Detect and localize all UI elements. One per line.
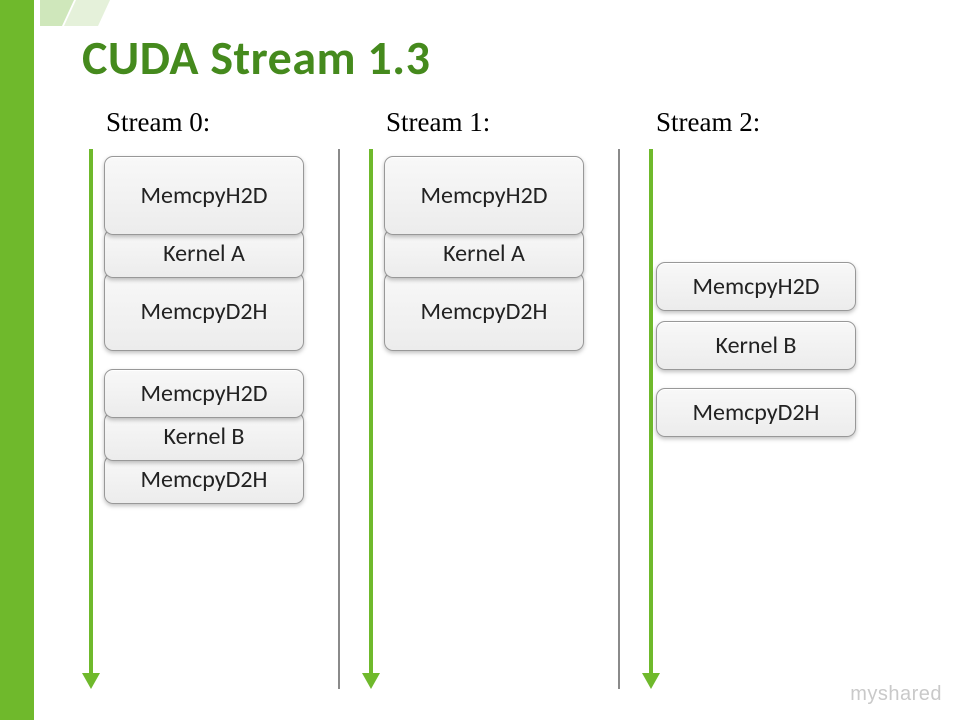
op-box: MemcpyH2D [656, 262, 856, 311]
op-box: MemcpyD2H [656, 388, 856, 437]
stream-label: Stream 2: [656, 107, 882, 138]
slide-content: CUDA Stream 1.3 Stream 0: MemcpyH2D Kern… [70, 28, 940, 710]
op-box: Kernel A [384, 229, 584, 278]
op-box: Kernel B [656, 321, 856, 370]
op-box: MemcpyH2D [104, 156, 304, 235]
stream-column-0: Stream 0: MemcpyH2D Kernel A MemcpyD2H M… [92, 107, 322, 504]
column-divider-1 [338, 149, 340, 689]
op-box: Kernel B [104, 412, 304, 461]
corner-decoration [40, 0, 130, 26]
op-box: MemcpyH2D [384, 156, 584, 235]
stream-label: Stream 1: [386, 107, 602, 138]
slide-title: CUDA Stream 1.3 [82, 28, 940, 87]
watermark: myshared [850, 683, 942, 706]
op-box: MemcpyD2H [384, 272, 584, 351]
op-box: MemcpyD2H [104, 455, 304, 504]
side-accent-bar [0, 0, 34, 720]
stream-column-2: Stream 2: MemcpyH2D Kernel B MemcpyD2H [652, 107, 882, 437]
stream-label: Stream 0: [106, 107, 322, 138]
stream-column-1: Stream 1: MemcpyH2D Kernel A MemcpyD2H [372, 107, 602, 351]
op-box: MemcpyH2D [104, 369, 304, 418]
op-box: Kernel A [104, 229, 304, 278]
column-divider-2 [618, 149, 620, 689]
op-box: MemcpyD2H [104, 272, 304, 351]
streams-area: Stream 0: MemcpyH2D Kernel A MemcpyD2H M… [70, 107, 940, 687]
